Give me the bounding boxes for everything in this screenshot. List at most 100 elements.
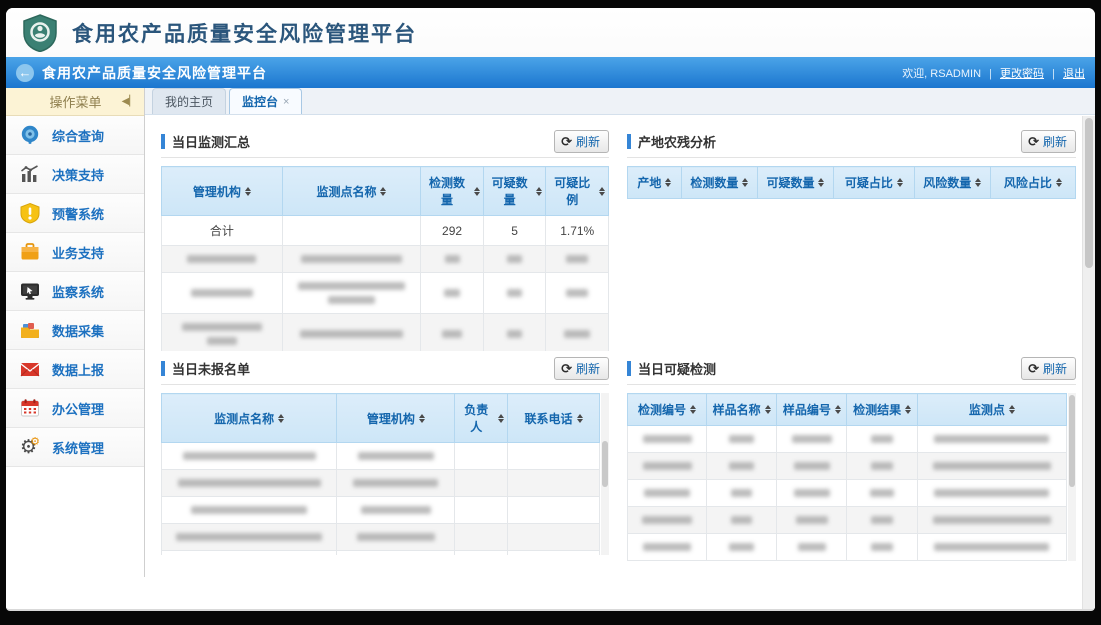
- summary-table: 管理机构监测点名称检测数量可疑数量可疑比例合计29251.71%: [161, 166, 609, 351]
- column-header[interactable]: 监测点: [917, 394, 1066, 426]
- table-row: [162, 470, 600, 497]
- redacted-text: [794, 462, 830, 470]
- table-cell: [917, 453, 1066, 480]
- redacted-text: [644, 489, 690, 497]
- table-cell: [337, 524, 455, 551]
- sidebar-item-business-support[interactable]: 业务支持: [6, 233, 145, 272]
- redacted-text: [798, 543, 826, 551]
- sidebar-item-warning-system[interactable]: 预警系统: [6, 194, 145, 233]
- redacted-text: [507, 330, 522, 338]
- back-icon[interactable]: ←: [16, 64, 34, 82]
- table-cell: [508, 551, 600, 556]
- redacted-text: [566, 289, 587, 297]
- redacted-text: [207, 337, 237, 345]
- redacted-text: [353, 479, 438, 487]
- sidebar-item-system-management[interactable]: ⚙⚙ 系统管理: [6, 428, 145, 467]
- collapse-sidebar-icon[interactable]: ◀▏: [122, 96, 137, 107]
- calendar-icon: [19, 397, 41, 419]
- redacted-text: [729, 543, 755, 551]
- app-header: 食用农产品质量安全风险管理平台: [6, 8, 1095, 57]
- sort-icon: [1009, 405, 1015, 414]
- table-cell: [421, 273, 484, 314]
- sidebar-item-comprehensive-query[interactable]: 综合查询: [6, 116, 145, 155]
- column-header[interactable]: 可疑数量: [483, 167, 546, 216]
- column-header[interactable]: 检测结果: [847, 394, 917, 426]
- refresh-button[interactable]: ⟳ 刷新: [1021, 130, 1076, 153]
- sidebar-item-decision-support[interactable]: 决策支持: [6, 155, 145, 194]
- sidebar-item-label: 数据采集: [52, 321, 104, 340]
- redacted-text: [191, 289, 252, 297]
- monitor-icon: [19, 280, 41, 302]
- change-password-link[interactable]: 更改密码: [1000, 68, 1044, 80]
- column-header[interactable]: 监测点名称: [162, 394, 337, 443]
- column-header[interactable]: 可疑占比: [834, 167, 915, 199]
- table-cell: [508, 470, 600, 497]
- column-header[interactable]: 样品名称: [707, 394, 777, 426]
- tab-my-homepage[interactable]: 我的主页: [152, 88, 226, 114]
- table-cell: [421, 314, 484, 352]
- sort-icon: [975, 178, 981, 187]
- column-header[interactable]: 管理机构: [162, 167, 283, 216]
- column-header[interactable]: 样品编号: [777, 394, 847, 426]
- table-cell: [162, 524, 337, 551]
- table-cell: [337, 551, 455, 556]
- table-cell: [707, 507, 777, 534]
- sidebar-item-office-management[interactable]: 办公管理: [6, 389, 145, 428]
- tab-close-icon[interactable]: ×: [283, 96, 289, 108]
- panel-scrollbar[interactable]: [1068, 393, 1076, 561]
- panel-accent-bar: [161, 361, 165, 376]
- tab-monitoring-console[interactable]: 监控台 ×: [229, 88, 302, 114]
- sidebar-header-label: 操作菜单: [49, 92, 101, 111]
- sidebar-item-supervision-system[interactable]: 监察系统: [6, 272, 145, 311]
- redacted-text: [507, 289, 522, 297]
- sidebar-item-data-collection[interactable]: 数据采集: [6, 311, 145, 350]
- redacted-text: [444, 289, 460, 297]
- table-cell: [162, 470, 337, 497]
- content-area: 我的主页 监控台 × 当日监测汇总 ⟳ 刷新: [145, 88, 1095, 611]
- column-header[interactable]: 负责人: [455, 394, 508, 443]
- sidebar-item-data-reporting[interactable]: 数据上报: [6, 350, 145, 389]
- refresh-button[interactable]: ⟳ 刷新: [1021, 357, 1076, 380]
- column-header[interactable]: 检测编号: [628, 394, 707, 426]
- column-header[interactable]: 可疑比例: [546, 167, 609, 216]
- page-scrollbar[interactable]: [1082, 116, 1095, 611]
- column-header[interactable]: 监测点名称: [282, 167, 421, 216]
- refresh-button[interactable]: ⟳ 刷新: [554, 357, 609, 380]
- panel-scrollbar[interactable]: [601, 393, 609, 555]
- welcome-text: 欢迎, RSADMIN: [902, 68, 981, 80]
- table-cell: [282, 246, 421, 273]
- table-cell: [707, 480, 777, 507]
- logout-link[interactable]: 退出: [1063, 68, 1085, 80]
- redacted-text: [358, 452, 434, 460]
- column-header[interactable]: 检测数量: [681, 167, 757, 199]
- table-cell: [628, 480, 707, 507]
- column-header[interactable]: 风险占比: [990, 167, 1075, 199]
- column-header[interactable]: 联系电话: [508, 394, 600, 443]
- refresh-button[interactable]: ⟳ 刷新: [554, 130, 609, 153]
- table-cell: [847, 426, 917, 453]
- table-row: 合计29251.71%: [162, 216, 609, 246]
- table-row: [162, 497, 600, 524]
- user-area: 欢迎, RSADMIN | 更改密码 | 退出: [902, 65, 1085, 81]
- column-header[interactable]: 可疑数量: [757, 167, 833, 199]
- table-cell: [282, 216, 421, 246]
- redacted-text: [300, 330, 404, 338]
- table-cell: [917, 480, 1066, 507]
- redacted-text: [191, 506, 307, 514]
- sidebar-header: 操作菜单 ◀▏: [6, 88, 145, 116]
- table-row: [162, 246, 609, 273]
- redacted-text: [642, 516, 692, 524]
- column-header[interactable]: 风险数量: [914, 167, 990, 199]
- column-header[interactable]: 管理机构: [337, 394, 455, 443]
- table-row: [628, 534, 1067, 561]
- table-cell: [455, 443, 508, 470]
- sort-icon: [818, 178, 824, 187]
- breadcrumb-title: 食用农产品质量安全风险管理平台: [42, 63, 267, 83]
- folder-icon: [19, 319, 41, 341]
- redacted-text: [357, 533, 436, 541]
- refresh-label: 刷新: [1043, 133, 1067, 150]
- column-header[interactable]: 产地: [628, 167, 682, 199]
- panel-origin-residue-analysis: 产地农残分析 ⟳ 刷新 产地检测数量可疑数量可疑占比风险数量风险占比: [627, 129, 1076, 348]
- column-header[interactable]: 检测数量: [421, 167, 484, 216]
- briefcase-icon: [19, 241, 41, 263]
